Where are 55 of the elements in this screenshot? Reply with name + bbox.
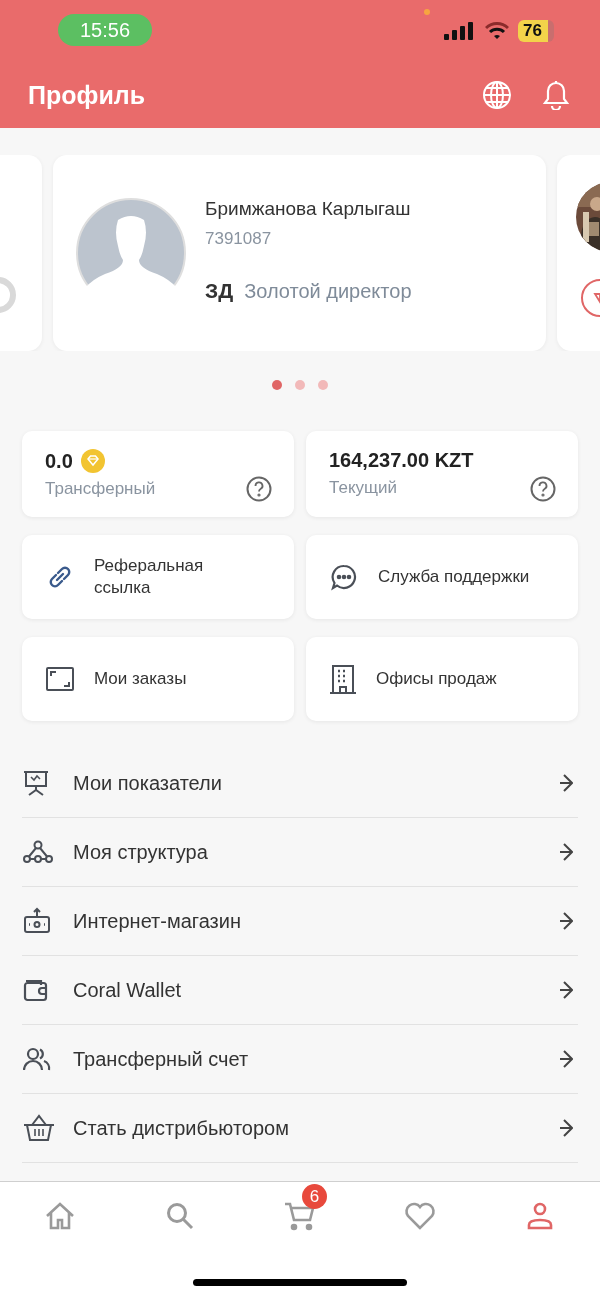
building-icon — [330, 664, 356, 694]
frame-icon — [46, 667, 74, 691]
globe-icon[interactable] — [482, 80, 512, 110]
chevron-right-icon — [559, 980, 573, 1000]
status-time: 15:56 — [58, 14, 152, 46]
rank-title: Золотой директор — [244, 279, 412, 303]
help-icon[interactable] — [246, 476, 272, 502]
balance-label: Трансферный — [45, 479, 156, 499]
menu-item[interactable]: Интернет-магазин — [22, 887, 578, 956]
badge-icon — [579, 278, 600, 318]
chevron-right-icon — [559, 1049, 573, 1069]
shortcut-tile[interactable]: Служба поддержки — [306, 535, 578, 619]
chevron-right-icon — [559, 842, 573, 862]
balance-label: Текущий — [329, 478, 397, 498]
page-title: Профиль — [28, 80, 145, 110]
menu-item[interactable]: Мои показатели — [22, 749, 578, 818]
chevron-right-icon — [559, 1118, 573, 1138]
user-name: Бримжанова Карлыгаш — [205, 197, 412, 220]
rank-code: ЗД — [205, 278, 234, 303]
privacy-dot-icon — [424, 9, 430, 15]
presentation-board-icon — [23, 770, 49, 796]
page-dot[interactable] — [272, 380, 282, 390]
menu-item[interactable]: Coral Wallet — [22, 956, 578, 1025]
network-icon — [23, 840, 53, 864]
menu-item[interactable]: Трансферный счет — [22, 1025, 578, 1094]
heart-icon[interactable] — [404, 1202, 436, 1230]
home-icon[interactable] — [45, 1202, 75, 1230]
help-icon[interactable] — [530, 476, 556, 502]
chevron-right-icon — [559, 773, 573, 793]
chevron-right-icon — [559, 911, 573, 931]
people-icon — [23, 1047, 51, 1071]
search-icon[interactable] — [166, 1202, 194, 1230]
balance-value: 164,237.00 KZT — [329, 449, 474, 472]
bell-icon[interactable] — [542, 80, 570, 110]
avatar-icon — [76, 198, 186, 308]
shortcut-tile[interactable]: Офисы продаж — [306, 637, 578, 721]
balance-value: 0.0 — [45, 449, 73, 473]
shortcut-tile[interactable]: Реферальная ссылка — [22, 535, 294, 619]
cart-count-badge: 6 — [302, 1184, 327, 1209]
menu-item[interactable]: Стать дистрибьютором — [22, 1094, 578, 1163]
battery-indicator: 76 — [518, 20, 554, 42]
chat-icon — [330, 563, 358, 591]
user-id: 7391087 — [205, 228, 273, 249]
menu-item[interactable]: Моя структура — [22, 818, 578, 887]
profile-icon[interactable] — [527, 1202, 553, 1230]
cart-icon[interactable] — [284, 1201, 316, 1231]
store-box-icon — [23, 907, 51, 935]
carousel-card[interactable] — [557, 155, 600, 351]
basket-icon — [23, 1114, 55, 1142]
page-dot[interactable] — [318, 380, 328, 390]
wallet-icon — [23, 978, 49, 1002]
shortcut-tile[interactable]: Мои заказы — [22, 637, 294, 721]
page-dot[interactable] — [295, 380, 305, 390]
profile-card[interactable]: Бримжанова Карлыгаш 7391087 ЗД Золотой директор — [53, 155, 546, 351]
wifi-icon — [485, 22, 510, 40]
